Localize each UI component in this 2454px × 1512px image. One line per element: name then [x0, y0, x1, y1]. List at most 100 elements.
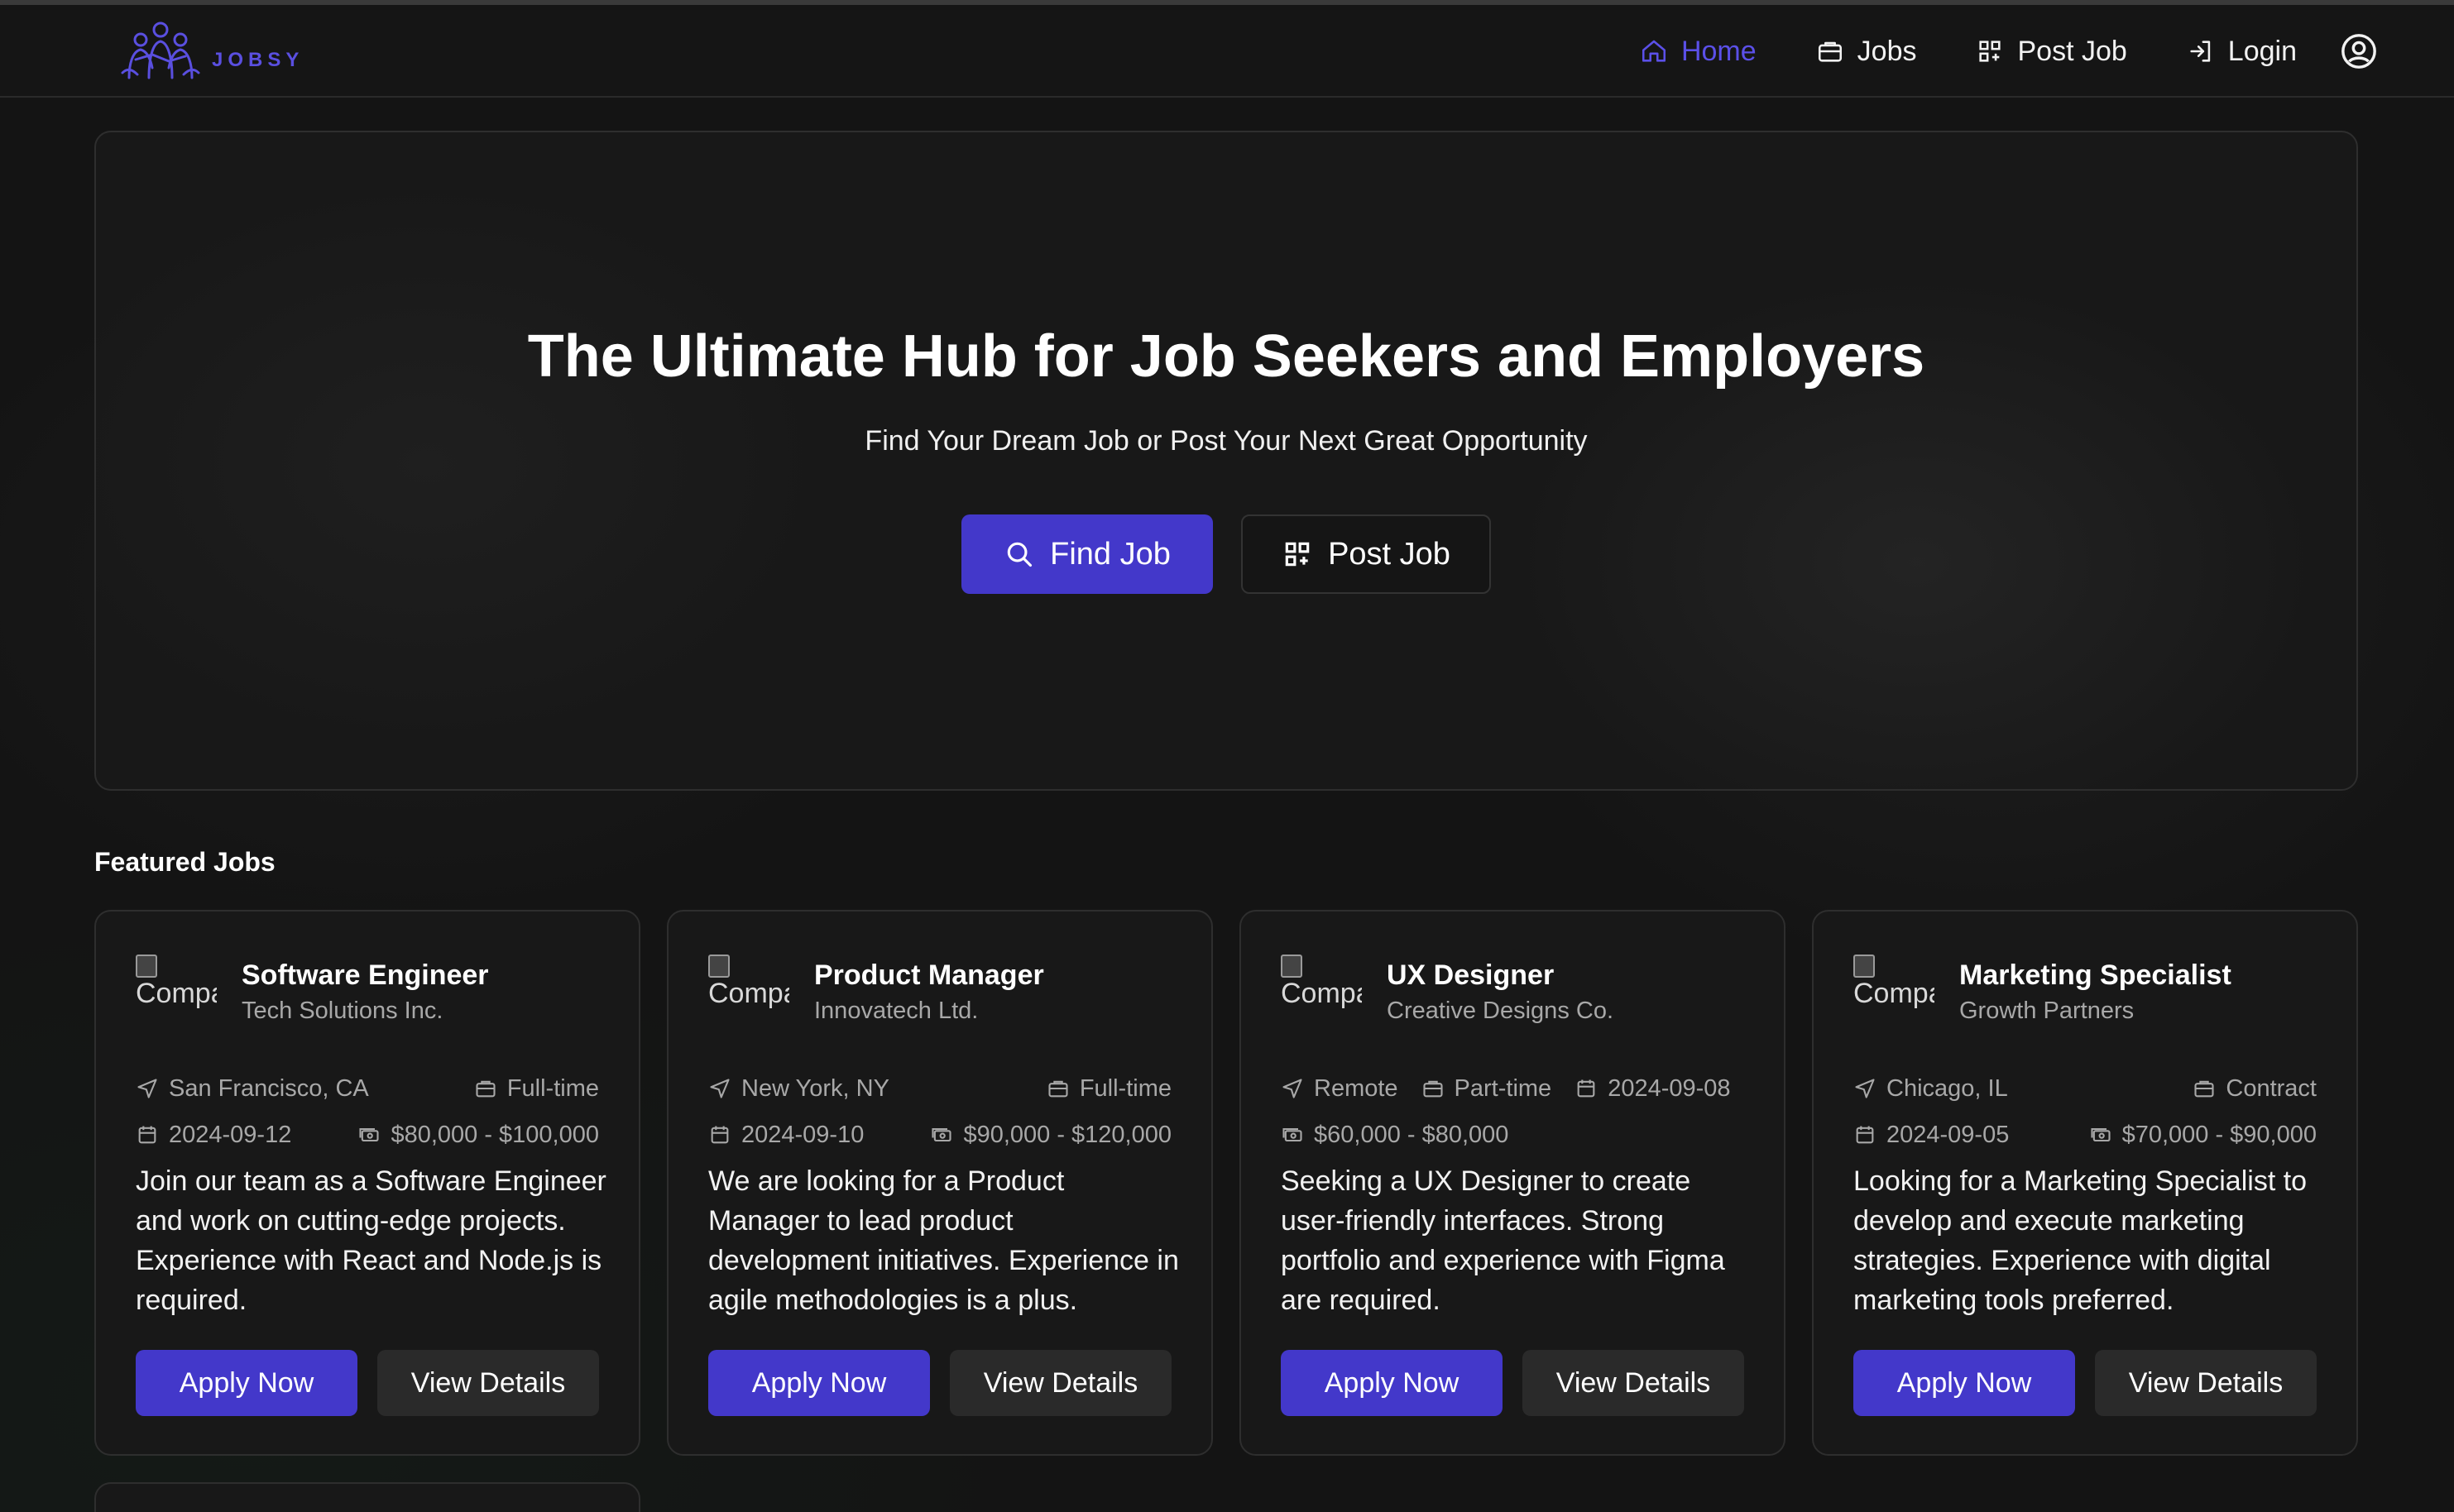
calendar-icon: [1856, 1126, 1874, 1144]
view-details-button[interactable]: View Details: [950, 1350, 1172, 1416]
brand-name: JOBSY: [212, 49, 304, 71]
job-meta-row: New York, NY Full-time: [708, 1072, 1172, 1105]
job-meta-row: 2024-09-12 $80,000 - $100,000: [136, 1118, 599, 1151]
job-card-actions: Apply Now View Details: [1281, 1350, 1744, 1416]
job-title[interactable]: Marketing Specialist: [1959, 959, 2231, 992]
job-location-text: Remote: [1314, 1074, 1398, 1102]
job-card: Company Software Engineer Tech Solutions…: [94, 910, 640, 1456]
job-meta-row: San Francisco, CA Full-time: [136, 1072, 599, 1105]
job-location-text: New York, NY: [741, 1074, 889, 1102]
nav-item-home[interactable]: Home: [1640, 36, 1757, 68]
job-salary-text: $80,000 - $100,000: [391, 1121, 599, 1148]
money-icon: [2091, 1127, 2111, 1142]
job-date: 2024-09-05: [1853, 1122, 2009, 1149]
login-icon: [2190, 41, 2210, 62]
page: JOBSY Home Jobs Post Job Login The Ultim…: [0, 0, 2454, 1512]
featured-jobs-grid: Company Software Engineer Tech Solutions…: [94, 910, 2358, 1456]
featured-jobs-heading: Featured Jobs: [94, 847, 276, 877]
company-logo: Company: [708, 955, 789, 1031]
job-card-header: Company Software Engineer Tech Solutions…: [136, 953, 607, 1032]
job-type-text: Contract: [2226, 1074, 2317, 1102]
job-description: Looking for a Marketing Specialist to de…: [1853, 1165, 2308, 1316]
job-description: Seeking a UX Designer to create user-fri…: [1281, 1165, 1725, 1316]
company-logo-alt: Company: [1853, 978, 1934, 1009]
apply-now-button[interactable]: Apply Now: [708, 1350, 930, 1416]
home-icon: [1642, 40, 1666, 62]
company-logo: Company: [136, 955, 217, 1031]
job-location: Remote: [1281, 1075, 1398, 1103]
job-type: Part-time: [1421, 1075, 1551, 1103]
job-location-text: San Francisco, CA: [169, 1074, 369, 1102]
broken-image-icon: [708, 955, 730, 978]
broken-image-icon: [136, 955, 157, 978]
nav-label-post-job: Post Job: [2017, 35, 2127, 67]
job-meta-row: $60,000 - $80,000: [1281, 1118, 1744, 1151]
job-description: Join our team as a Software Engineer and…: [136, 1165, 606, 1316]
nav-item-jobs[interactable]: Jobs: [1816, 35, 1917, 68]
job-title[interactable]: Product Manager: [814, 959, 1044, 992]
nav-label-login: Login: [2227, 35, 2297, 67]
job-card-actions: Apply Now View Details: [136, 1350, 599, 1416]
view-details-button[interactable]: View Details: [1522, 1350, 1744, 1416]
job-card: Company Product Manager Innovatech Ltd. …: [667, 910, 1213, 1456]
apply-now-button[interactable]: Apply Now: [1853, 1350, 2075, 1416]
job-location-text: Chicago, IL: [1886, 1074, 2008, 1102]
broken-image-icon: [1281, 955, 1302, 978]
briefcase-icon: [1818, 41, 1842, 62]
company-logo-alt: Company: [708, 978, 789, 1009]
job-card-actions: Apply Now View Details: [1853, 1350, 2317, 1416]
company-logo: Company: [1281, 955, 1362, 1031]
job-location: San Francisco, CA: [136, 1075, 369, 1103]
calendar-icon: [138, 1126, 156, 1144]
search-icon: [1007, 542, 1033, 567]
job-salary: $80,000 - $100,000: [357, 1122, 599, 1149]
find-job-label: Find Job: [1050, 536, 1171, 572]
job-date: 2024-09-08: [1574, 1075, 1731, 1103]
location-arrow-icon: [137, 1079, 157, 1098]
job-type-text: Full-time: [506, 1074, 599, 1102]
company-name: Tech Solutions Inc.: [242, 998, 443, 1024]
hero-banner: The Ultimate Hub for Job Seekers and Emp…: [94, 131, 2358, 791]
company-logo: Company: [1853, 955, 1934, 1031]
nav-label-jobs: Jobs: [1857, 35, 1917, 67]
view-details-button[interactable]: View Details: [377, 1350, 599, 1416]
apply-now-button[interactable]: Apply Now: [136, 1350, 357, 1416]
job-title[interactable]: UX Designer: [1387, 959, 1554, 992]
job-description: We are looking for a Product Manager to …: [708, 1165, 1179, 1316]
calendar-icon: [1577, 1079, 1595, 1098]
job-salary: $90,000 - $120,000: [930, 1122, 1172, 1149]
job-date-text: 2024-09-10: [741, 1121, 865, 1148]
briefcase-icon: [476, 1080, 496, 1098]
job-salary-text: $90,000 - $120,000: [963, 1121, 1172, 1148]
nav-label-home: Home: [1680, 35, 1757, 67]
brand-logo[interactable]: JOBSY: [116, 18, 304, 84]
job-card-actions: Apply Now View Details: [708, 1350, 1172, 1416]
job-type: Full-time: [1047, 1075, 1172, 1103]
user-account-button[interactable]: [2340, 32, 2378, 70]
money-icon: [1282, 1127, 1302, 1142]
job-title[interactable]: Software Engineer: [242, 959, 489, 992]
find-job-button[interactable]: Find Job: [961, 514, 1213, 594]
post-job-button[interactable]: Post Job: [1241, 514, 1491, 594]
job-meta-row: 2024-09-05 $70,000 - $90,000: [1853, 1118, 2317, 1151]
briefcase-icon: [2194, 1080, 2214, 1098]
grid-plus-icon: [1979, 41, 2001, 62]
company-logo-alt: Company: [1281, 978, 1362, 1009]
money-icon: [932, 1127, 951, 1142]
job-salary-text: $70,000 - $90,000: [2121, 1121, 2317, 1148]
apply-now-button[interactable]: Apply Now: [1281, 1350, 1503, 1416]
top-navbar: JOBSY Home Jobs Post Job Login: [0, 5, 2454, 98]
nav-item-login[interactable]: Login: [2187, 36, 2297, 68]
job-location: Chicago, IL: [1853, 1075, 2008, 1103]
company-logo-alt: Company: [136, 978, 217, 1009]
post-job-label: Post Job: [1328, 536, 1450, 572]
job-card: Company UX Designer Creative Designs Co.…: [1239, 910, 1785, 1456]
location-arrow-icon: [710, 1079, 730, 1098]
nav-item-post-job[interactable]: Post Job: [1976, 35, 2127, 68]
view-details-button[interactable]: View Details: [2095, 1350, 2317, 1416]
job-meta-row: Chicago, IL Contract: [1853, 1072, 2317, 1105]
job-card-header: Company Marketing Specialist Growth Part…: [1853, 953, 2325, 1032]
user-circle-icon: [2341, 34, 2376, 69]
grid-plus-icon: [1285, 542, 1310, 567]
team-logo-icon: [121, 22, 200, 79]
